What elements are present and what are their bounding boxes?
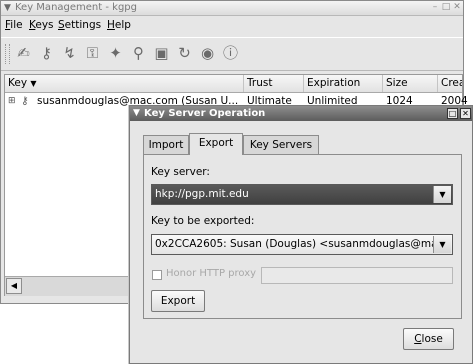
refresh-icon[interactable]: ↻ <box>174 43 195 64</box>
column-trust[interactable]: Trust <box>244 75 304 92</box>
keyserver-icon[interactable]: ⚿ <box>82 43 103 64</box>
scroll-left-icon[interactable]: ◀ <box>6 278 22 294</box>
combo-arrow-icon[interactable]: ▼ <box>433 236 451 253</box>
key-server-combo[interactable]: hkp://pgp.mit.edu ▼ <box>151 184 453 205</box>
export-button[interactable]: Export <box>151 290 205 312</box>
expand-icon[interactable]: ⊞ <box>8 93 16 109</box>
menu-file[interactable]: File <box>5 19 23 31</box>
menu-keys[interactable]: Keys <box>29 19 54 31</box>
main-window-title: Key Management - kgpg <box>15 2 137 13</box>
toolbar-grip[interactable] <box>5 44 10 64</box>
generate-key-icon[interactable]: ✦ <box>105 43 126 64</box>
dialog-title: Key Server Operation <box>144 108 266 119</box>
menu-help[interactable]: Help <box>107 19 131 31</box>
key-export-label: Key to be exported: <box>151 215 255 227</box>
minimize-icon[interactable]: – <box>430 2 440 13</box>
tab-import[interactable]: Import <box>143 135 189 154</box>
toolbar: ✍ ⚷ ↯ ⚿ ✦ ⚲ ▣ ↻ ◉ ⓘ <box>1 37 463 71</box>
import-key-icon[interactable]: ↯ <box>59 43 80 64</box>
honor-proxy-label: Honor HTTP proxy <box>166 268 257 279</box>
dialog-titlebar[interactable]: ▼ Key Server Operation □ ✕ <box>130 106 472 121</box>
key-pair-icon: ⚷ <box>21 95 29 107</box>
window-menu-icon[interactable]: ▼ <box>4 1 11 15</box>
sort-arrow-icon: ▼ <box>30 79 37 88</box>
photo-icon[interactable]: ▣ <box>151 43 172 64</box>
menubar: File Keys Settings Help <box>1 16 463 35</box>
column-expiration[interactable]: Expiration <box>304 75 383 92</box>
key-server-label: Key server: <box>151 166 210 178</box>
combo-arrow-icon[interactable]: ▼ <box>433 186 451 203</box>
dialog-close-icon[interactable]: ✕ <box>460 108 471 119</box>
key-list-header: Key ▼ Trust Expiration Size Creat <box>5 75 462 93</box>
export-key-icon[interactable]: ⚷ <box>36 43 57 64</box>
search-icon[interactable]: ⚲ <box>128 43 149 64</box>
key-server-dialog: ▼ Key Server Operation □ ✕ Import Export… <box>129 105 473 364</box>
column-key[interactable]: Key ▼ <box>5 75 244 92</box>
key-server-value: hkp://pgp.mit.edu <box>155 188 249 200</box>
key-export-value: 0x2CCA2605: Susan (Douglas) <susanmdougl… <box>155 238 438 250</box>
key-export-combo[interactable]: 0x2CCA2605: Susan (Douglas) <susanmdougl… <box>151 234 453 255</box>
info-icon[interactable]: ⓘ <box>220 43 241 64</box>
sign-icon[interactable]: ✍ <box>13 43 34 64</box>
honor-proxy-checkbox[interactable] <box>152 270 162 280</box>
maximize-icon[interactable]: □ <box>441 2 451 13</box>
tab-key-servers[interactable]: Key Servers <box>243 135 319 154</box>
menu-settings[interactable]: Settings <box>58 19 101 31</box>
close-button[interactable]: Close <box>403 328 454 350</box>
view-icon[interactable]: ◉ <box>197 43 218 64</box>
close-window-icon[interactable]: ✕ <box>452 2 462 13</box>
dialog-menu-icon[interactable]: ▼ <box>133 106 140 121</box>
tab-export[interactable]: Export <box>189 133 243 155</box>
proxy-input <box>261 267 453 284</box>
dialog-maximize-icon[interactable]: □ <box>447 108 458 119</box>
main-titlebar[interactable]: ▼ Key Management - kgpg – □ ✕ <box>1 1 463 16</box>
column-size[interactable]: Size <box>383 75 438 92</box>
column-creation[interactable]: Creat <box>438 75 462 92</box>
export-tab-panel: Key server: hkp://pgp.mit.edu ▼ Key to b… <box>143 154 462 319</box>
